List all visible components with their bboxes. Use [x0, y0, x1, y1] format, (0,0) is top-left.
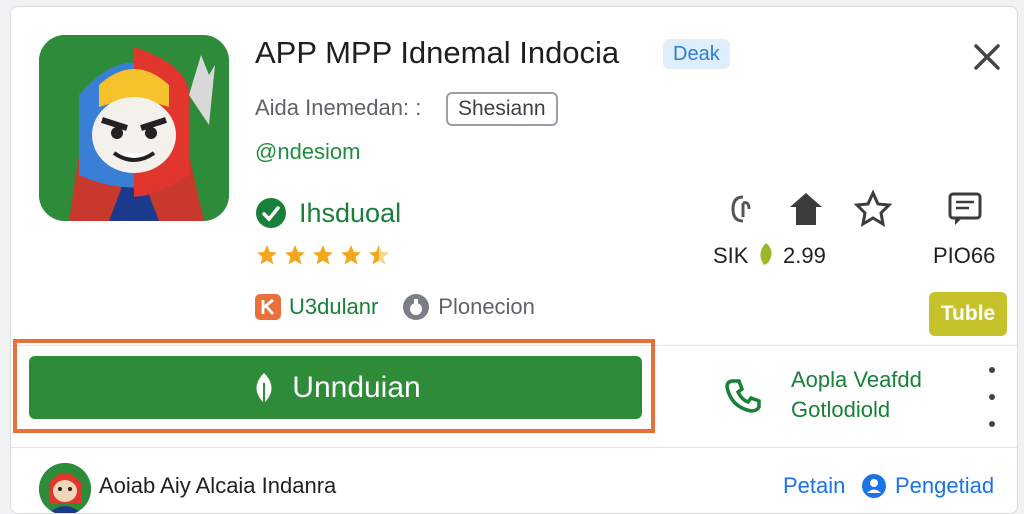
install-label: Unnduian	[292, 370, 421, 404]
developer-chip[interactable]: Shesiann	[446, 92, 558, 126]
more-vert-icon	[989, 367, 995, 373]
person-icon	[862, 474, 886, 498]
mascot-illustration	[39, 35, 229, 221]
stat-star[interactable]	[851, 187, 895, 231]
install-button[interactable]: Unnduian	[29, 356, 642, 419]
side-action-text: Aopla Veafdd Gotlodiold	[791, 365, 922, 425]
more-dot	[989, 394, 995, 400]
house-icon	[790, 193, 822, 225]
verified-label: Ihsduoal	[299, 197, 402, 228]
star-icon	[257, 245, 277, 265]
close-icon	[974, 44, 1000, 70]
divider-bottom	[11, 447, 1017, 448]
tag-orange-label: U3dulanr	[289, 294, 379, 319]
phone-icon	[725, 379, 761, 413]
check-circle-icon	[256, 198, 286, 228]
more-dot	[989, 421, 995, 427]
tag-orange-icon	[255, 294, 281, 320]
stat3-text: PIO66	[933, 243, 996, 268]
avatar-illustration	[39, 463, 91, 513]
meta-row: U3dulanr Plonecion	[255, 293, 535, 321]
tag-gray-label: Plonecion	[438, 294, 535, 319]
leaf-icon	[256, 372, 272, 403]
app-icon	[39, 35, 229, 221]
title-badge: Deak	[663, 39, 730, 69]
stat-touch[interactable]	[721, 187, 765, 231]
avatar[interactable]	[39, 463, 91, 513]
side-action[interactable]: Aopla Veafdd Gotlodiold	[723, 365, 922, 425]
app-card: APP MPP Idnemal Indocia Deak Aida Inemed…	[10, 6, 1018, 514]
star-icon	[313, 245, 333, 265]
stat-message[interactable]	[943, 187, 987, 231]
developer-handle[interactable]: @ndesiom	[255, 139, 361, 165]
bottom-name: Aoiab Aiy Alcaia Indanra	[99, 473, 337, 498]
rating-stars	[255, 243, 391, 267]
star-icon	[341, 245, 361, 265]
star-icon	[285, 245, 305, 265]
bottom-link-1[interactable]: Petain	[783, 473, 845, 499]
bottom-link-2[interactable]: Pengetiad	[895, 473, 994, 499]
star-outline-icon	[853, 189, 893, 227]
tag-button[interactable]: Tuble	[929, 292, 1007, 336]
side-action-line2: Gotlodiold	[791, 397, 891, 422]
touch-icon	[731, 195, 751, 223]
message-icon	[948, 192, 982, 225]
more-button[interactable]	[977, 367, 1007, 427]
info-gray-icon	[403, 294, 430, 320]
app-title: APP MPP Idnemal Indocia	[255, 35, 620, 70]
stat-house[interactable]	[784, 187, 828, 231]
verified-row: Ihsduoal	[255, 197, 401, 229]
stat2-text: 2.99	[783, 243, 826, 268]
side-action-line1: Aopla Veafdd	[791, 367, 922, 392]
stat1-text: SIK	[713, 243, 749, 268]
leaf-small-icon	[760, 243, 772, 265]
close-button[interactable]	[967, 37, 1007, 77]
star-half-icon	[369, 245, 389, 265]
developer-name[interactable]: Aida Inemedan: :	[255, 95, 421, 121]
